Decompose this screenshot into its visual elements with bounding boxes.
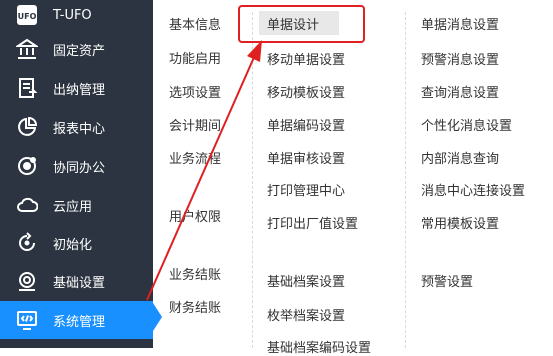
annotation-arrow <box>146 40 262 301</box>
